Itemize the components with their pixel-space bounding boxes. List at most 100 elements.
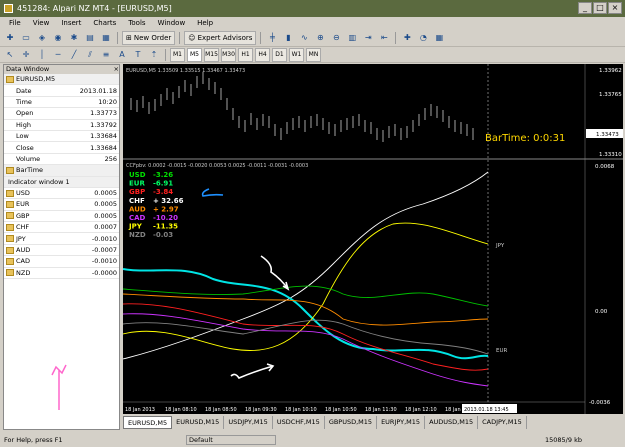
chart-shift-icon[interactable]: ⇤	[377, 31, 391, 45]
trendline-icon[interactable]: ╱	[67, 48, 81, 62]
menu-file[interactable]: File	[3, 19, 27, 27]
chart-tab[interactable]: EURJPY,M15	[377, 416, 426, 429]
tile-windows-icon[interactable]: ▥	[345, 31, 359, 45]
horizontal-line-icon[interactable]: ─	[51, 48, 65, 62]
indicator-icon	[6, 212, 14, 220]
new-chart-icon[interactable]: ✚	[3, 31, 17, 45]
candlestick-icon[interactable]: ▮	[281, 31, 295, 45]
expert-advisors-button[interactable]: ☺ Expert Advisors	[184, 30, 257, 45]
indicator-row: CHF 0.0007	[4, 222, 119, 234]
autoscroll-icon[interactable]: ⇥	[361, 31, 375, 45]
menu-view[interactable]: View	[27, 19, 56, 27]
chart-tab[interactable]: USDCHF,M15	[273, 416, 325, 429]
data-window-titlebar: Data Window ×	[4, 65, 119, 74]
indicator-key: CHF	[16, 223, 30, 232]
data-row-key: Volume	[16, 154, 41, 163]
cursor-icon[interactable]: ↖	[3, 48, 17, 62]
indicator-row: GBP 0.0005	[4, 211, 119, 223]
timeframe-h1[interactable]: H1	[238, 47, 253, 62]
menu-insert[interactable]: Insert	[55, 19, 87, 27]
chart-tab[interactable]: CADJPY,M15	[478, 416, 527, 429]
open-icon[interactable]: ▭	[19, 31, 33, 45]
standard-toolbar: ✚ ▭ ◈ ◉ ✱ ▤ ▦ ⊞ New Order ☺ Expert Advisor…	[0, 29, 625, 47]
label-icon[interactable]: T	[131, 48, 145, 62]
chart-tab[interactable]: AUDUSD,M15	[425, 416, 479, 429]
indicator-key: JPY	[16, 234, 26, 243]
timeframe-w1[interactable]: W1	[289, 47, 304, 62]
terminal-icon[interactable]: ▤	[83, 31, 97, 45]
arrows-icon[interactable]: ⇡	[147, 48, 161, 62]
indicator-icon	[6, 223, 14, 231]
periods-icon[interactable]: ◔	[416, 31, 430, 45]
toolbar-separator	[395, 31, 397, 44]
legend-currency: CAD	[129, 214, 146, 222]
currency-line	[122, 293, 489, 326]
chart-tab[interactable]: EURUSD,M5	[123, 416, 173, 429]
fibonacci-icon[interactable]: ≡	[99, 48, 113, 62]
window-controls: _ □ ×	[578, 2, 622, 14]
indicator-key: CAD	[16, 257, 30, 266]
chart-tab[interactable]: GBPUSD,M15	[325, 416, 378, 429]
window-title: 451284: Alpari NZ MT4 - [EURUSD,M5]	[17, 4, 172, 13]
timeframe-d1[interactable]: D1	[272, 47, 287, 62]
maximize-button[interactable]: □	[593, 2, 607, 14]
bartime-label: BarTime	[16, 166, 44, 175]
tester-icon[interactable]: ▦	[99, 31, 113, 45]
chart-svg[interactable]: EURUSD,M5 1.33509 1.33515 1.33467 1.3347…	[122, 64, 623, 414]
navigator-icon[interactable]: ✱	[67, 31, 81, 45]
eur-line-label: EUR	[496, 348, 508, 354]
minimize-button[interactable]: _	[578, 2, 592, 14]
zoom-in-icon[interactable]: ⊕	[313, 31, 327, 45]
templates-icon[interactable]: ▦	[432, 31, 446, 45]
legend-currency: EUR	[129, 180, 145, 188]
menu-tools[interactable]: Tools	[122, 19, 151, 27]
data-row-key: Time	[16, 97, 32, 106]
data-window-title: Data Window	[6, 65, 50, 73]
chart-window[interactable]: EURUSD,M5 1.33509 1.33515 1.33467 1.3347…	[122, 64, 623, 414]
indicator-icon	[6, 189, 14, 197]
legend-value: -10.20	[153, 214, 178, 222]
legend-currency: AUD	[129, 205, 146, 213]
profiles-icon[interactable]: ◈	[35, 31, 49, 45]
title-bar: 451284: Alpari NZ MT4 - [EURUSD,M5] _ □ …	[0, 0, 625, 17]
legend-value: -6.91	[153, 180, 173, 188]
toolbar-separator	[165, 48, 166, 61]
line-chart-icon[interactable]: ∿	[297, 31, 311, 45]
new-order-button[interactable]: ⊞ New Order	[122, 30, 176, 45]
currency-legend: USD -3.26 EUR -6.91 GBP -3.84 CHF + 32.66 AUD + 2…	[128, 171, 184, 239]
data-row-value: 2013.01.18	[79, 86, 117, 95]
close-button[interactable]: ×	[608, 2, 622, 14]
market-watch-icon[interactable]: ◉	[51, 31, 65, 45]
time-axis-label: 18 Jan 08:10	[165, 407, 197, 413]
timeframe-m1[interactable]: M1	[170, 47, 185, 62]
timeframe-m15[interactable]: M15	[204, 47, 219, 62]
menu-charts[interactable]: Charts	[87, 19, 122, 27]
legend-value: -11.35	[153, 223, 178, 231]
menu-window[interactable]: Window	[152, 19, 192, 27]
indicator-window-row: Indicator window 1	[4, 176, 119, 188]
cursor-time: 2013.01.18 13:45	[464, 407, 509, 413]
vertical-line-icon[interactable]: │	[35, 48, 49, 62]
menu-bar: File View Insert Charts Tools Window Hel…	[0, 17, 625, 29]
status-profile[interactable]: Default	[186, 434, 276, 445]
channel-icon[interactable]: ⫽	[83, 48, 97, 62]
data-row-value: 1.33773	[90, 109, 117, 118]
currency-line	[122, 268, 489, 360]
indicators-icon[interactable]: ✚	[400, 31, 414, 45]
bar-chart-icon[interactable]: ╪	[265, 31, 279, 45]
chart-tab[interactable]: EURUSD,M15	[172, 416, 225, 429]
close-icon[interactable]: ×	[114, 65, 119, 74]
timeframe-m5[interactable]: M5	[187, 47, 202, 62]
timeframe-mn[interactable]: MN	[306, 47, 321, 62]
white-arrow-annotation	[230, 363, 275, 379]
text-icon[interactable]: A	[115, 48, 129, 62]
timeframe-m30[interactable]: M30	[221, 47, 236, 62]
timeframe-h4[interactable]: H4	[255, 47, 270, 62]
legend-currency: JPY	[128, 223, 143, 231]
chart-tab[interactable]: USDJPY,M15	[224, 416, 273, 429]
price-label: 1.33962	[599, 68, 622, 74]
bartime-row: BarTime	[4, 165, 119, 177]
crosshair-icon[interactable]: ✛	[19, 48, 33, 62]
zoom-out-icon[interactable]: ⊖	[329, 31, 343, 45]
menu-help[interactable]: Help	[191, 19, 219, 27]
